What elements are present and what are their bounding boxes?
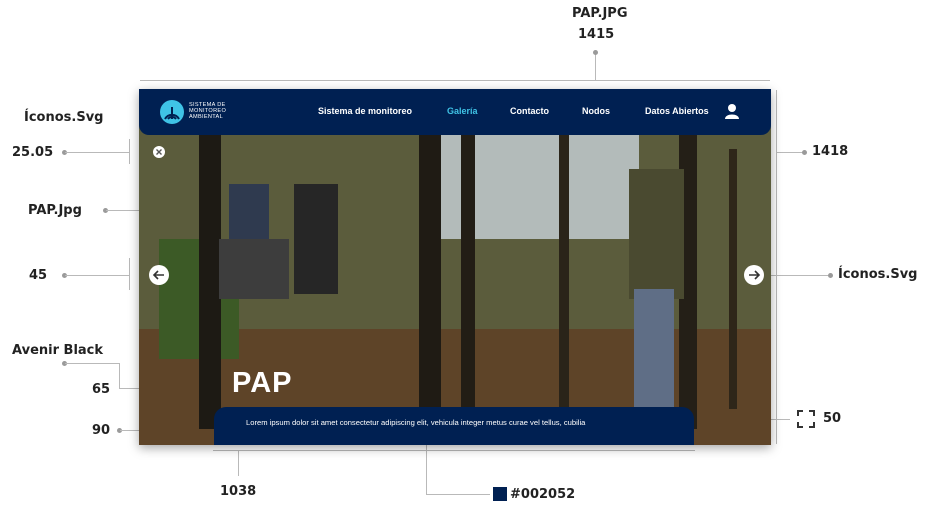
bottom-leader-line [238, 450, 239, 476]
color-leader-v [426, 440, 427, 494]
arrow-right-icon [749, 270, 761, 280]
icon-size-label: 25.05 [12, 145, 54, 160]
color-code-label: #002052 [510, 487, 576, 502]
caption-height-label: 90 [92, 423, 111, 438]
left-image-label: PAP.Jpg [28, 203, 82, 218]
top-leader-line [595, 52, 596, 80]
logo-text: SISTEMA DE MONITOREO AMBIENTAL [189, 102, 226, 120]
arrow-size-leader [65, 275, 129, 276]
right-height-dot [802, 150, 807, 155]
nav-item-nodos[interactable]: Nodos [582, 106, 610, 116]
user-icon[interactable] [724, 103, 740, 119]
bottom-width-label: 1038 [220, 484, 257, 499]
caption-text: Lorem ipsum dolor sit amet consectetur a… [246, 418, 586, 427]
color-swatch [493, 487, 507, 501]
top-leader-dot [593, 50, 598, 55]
top-navbar: SISTEMA DE MONITOREO AMBIENTAL Sistema d… [139, 89, 771, 135]
logo-line-3: AMBIENTAL [189, 114, 223, 120]
nav-item-sistema[interactable]: Sistema de monitoreo [318, 106, 412, 116]
logo-icon[interactable] [159, 99, 185, 125]
font-name-label: Avenir Black [12, 343, 104, 358]
left-image-leader [106, 210, 139, 211]
next-button[interactable] [744, 265, 764, 285]
top-file-label: PAP.JPG [572, 6, 628, 21]
color-leader-h [426, 494, 490, 495]
right-icons-dot [828, 273, 833, 278]
right-icons-leader [766, 275, 828, 276]
arrow-size-dimension [129, 258, 130, 290]
gallery-mockup: SISTEMA DE MONITOREO AMBIENTAL Sistema d… [139, 89, 771, 445]
right-icons-label: Íconos.Svg [838, 267, 918, 282]
arrow-left-icon [152, 270, 164, 280]
right-height-label: 1418 [812, 144, 849, 159]
icon-size-dimension [129, 139, 130, 164]
hero-title: PAP [232, 367, 293, 399]
font-size-label: 65 [92, 382, 111, 397]
top-dimension-line [140, 80, 770, 81]
nav-item-contacto[interactable]: Contacto [510, 106, 549, 116]
left-icons-label: Íconos.Svg [24, 110, 104, 125]
right-dimension-line [776, 90, 777, 444]
caption-bar: Lorem ipsum dolor sit amet consectetur a… [214, 407, 694, 445]
right-height-leader [777, 152, 803, 153]
top-width-label: 1415 [578, 27, 615, 42]
expand-value-label: 50 [823, 411, 842, 426]
arrow-size-label: 45 [29, 268, 48, 283]
nav-item-datos-abiertos[interactable]: Datos Abiertos [645, 106, 709, 116]
expand-icon [797, 410, 815, 428]
close-icon[interactable] [153, 146, 165, 158]
font-name-leader-v [119, 363, 120, 389]
bottom-dimension-line [213, 450, 695, 451]
icon-size-leader [65, 152, 129, 153]
prev-button[interactable] [149, 265, 169, 285]
nav-item-galeria[interactable]: Galería [447, 106, 478, 116]
font-name-leader [65, 363, 119, 364]
